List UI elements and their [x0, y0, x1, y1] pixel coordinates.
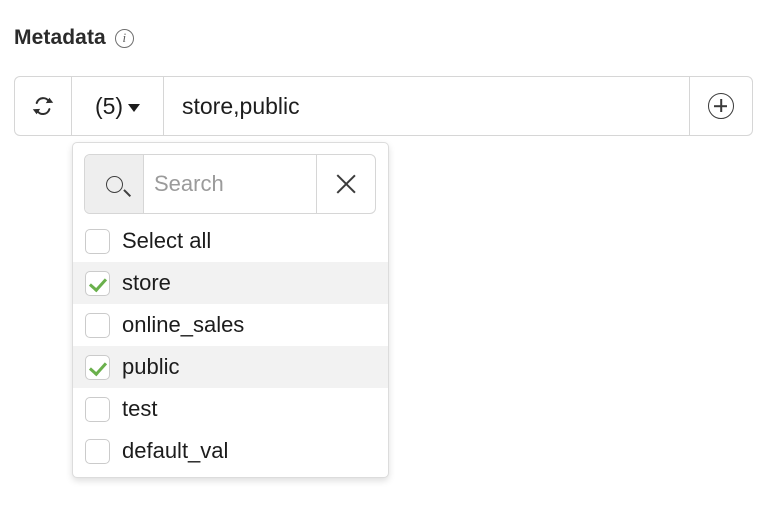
option-label: default_val: [122, 438, 229, 463]
list-item[interactable]: default_val: [73, 430, 388, 472]
refresh-icon: [32, 97, 54, 116]
checkbox[interactable]: [85, 270, 110, 296]
info-icon-glyph: i: [122, 30, 127, 45]
search-icon: [105, 175, 123, 193]
option-label: Select all: [122, 228, 212, 253]
list-item[interactable]: test: [73, 388, 388, 430]
list-item[interactable]: online_sales: [73, 304, 388, 346]
info-icon[interactable]: i: [114, 28, 134, 48]
chevron-down-icon: [128, 103, 141, 112]
search-input[interactable]: [144, 155, 316, 213]
plus-circle-icon: [708, 93, 734, 119]
search-button[interactable]: [85, 155, 144, 213]
metadata-value-field[interactable]: store,public: [164, 77, 690, 135]
selection-count-label: (5): [94, 92, 124, 119]
list-item[interactable]: Select all: [73, 220, 388, 262]
checkbox[interactable]: [85, 354, 110, 380]
dropdown-search-row: [84, 154, 376, 214]
option-list: Select all store online_sales public tes…: [73, 220, 388, 477]
option-label: public: [122, 354, 180, 379]
page-title: Metadata: [14, 26, 106, 49]
metadata-options-dropdown: Select all store online_sales public tes…: [72, 142, 389, 478]
metadata-input-bar: (5) store,public: [14, 76, 753, 136]
refresh-button[interactable]: [15, 77, 72, 135]
option-label: test: [122, 396, 158, 421]
checkbox[interactable]: [85, 396, 110, 422]
add-metadata-button[interactable]: [690, 77, 752, 135]
option-label: store: [122, 270, 171, 295]
clear-search-button[interactable]: [316, 155, 375, 213]
option-label: online_sales: [122, 312, 245, 337]
metadata-value-text: store,public: [182, 92, 300, 119]
close-icon: [335, 173, 357, 195]
list-item[interactable]: store: [73, 262, 388, 304]
checkbox[interactable]: [85, 228, 110, 254]
checkbox[interactable]: [85, 438, 110, 464]
checkbox[interactable]: [85, 312, 110, 338]
list-item[interactable]: public: [73, 346, 388, 388]
selection-count-dropdown[interactable]: (5): [72, 77, 164, 135]
metadata-label-row: Metadata i: [14, 26, 134, 50]
